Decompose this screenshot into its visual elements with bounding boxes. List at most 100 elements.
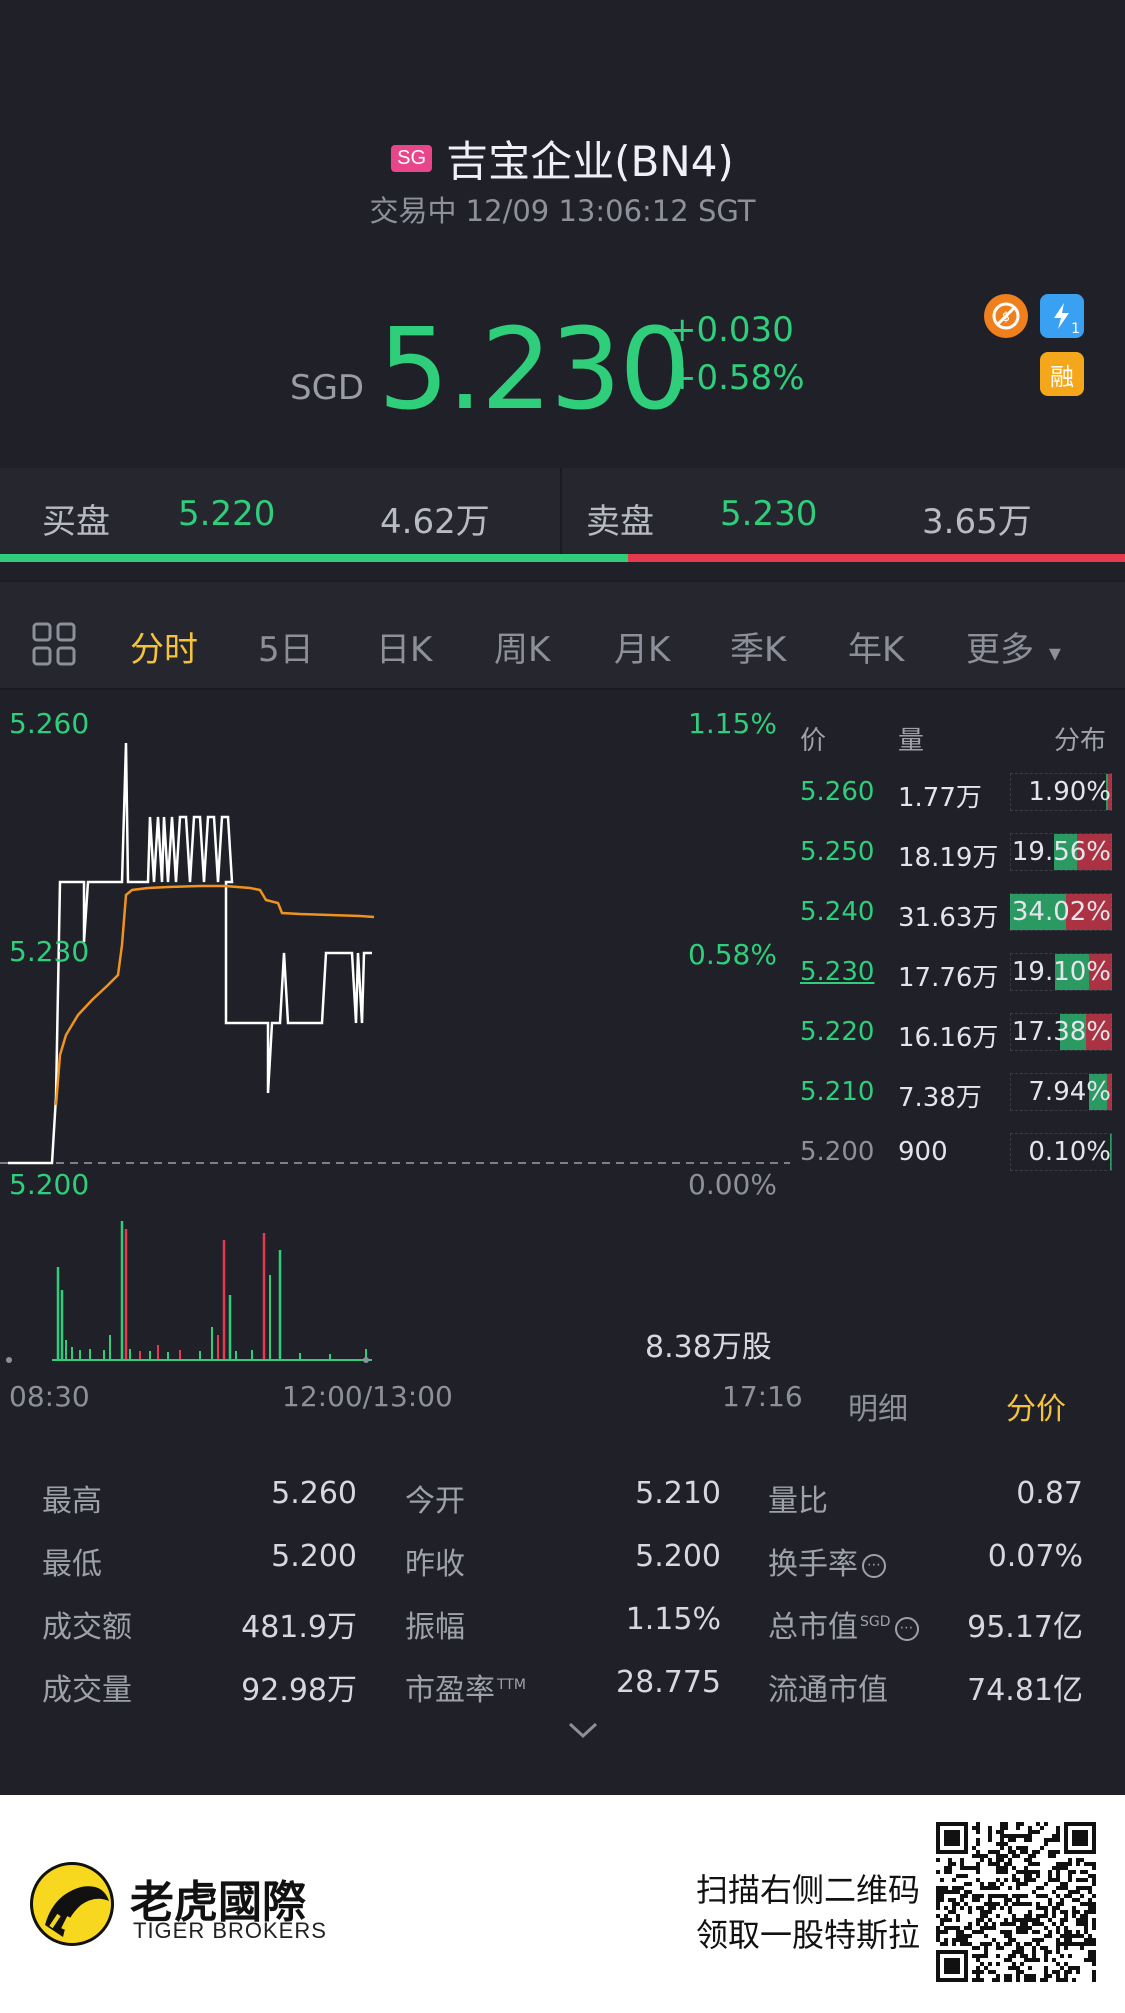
dist-percent: 0.10% bbox=[1028, 1137, 1111, 1167]
chevron-down-icon[interactable] bbox=[566, 1718, 600, 1746]
dist-volume: 17.76万 bbox=[898, 963, 999, 993]
dist-percent: 1.90% bbox=[1028, 777, 1111, 807]
chart-svg bbox=[0, 742, 790, 1363]
title-row: SG 吉宝企业(BN4) bbox=[0, 128, 1125, 189]
tab-more-label: 更多 bbox=[966, 630, 1034, 670]
stat-value: 5.260 bbox=[271, 1476, 357, 1511]
stat-label-text: 成交额 bbox=[42, 1610, 132, 1645]
tab-daily-k[interactable]: 日K bbox=[376, 622, 432, 671]
stat-value: 74.81亿 bbox=[967, 1673, 1083, 1708]
tab-intraday[interactable]: 分时 bbox=[130, 622, 198, 671]
stock-title: 吉宝企业(BN4) bbox=[446, 137, 734, 186]
chevron-down-icon: ▾ bbox=[1048, 639, 1061, 667]
dist-header-price: 价 bbox=[800, 726, 827, 756]
ask-label: 卖盘 bbox=[586, 502, 654, 542]
stat-value: 5.200 bbox=[271, 1539, 357, 1574]
stat-value: 5.200 bbox=[635, 1539, 721, 1574]
stat-label: 换手率 ⋯ bbox=[768, 1539, 886, 1583]
stat-label-text: 量比 bbox=[768, 1484, 828, 1519]
tab-more[interactable]: 更多 ▾ bbox=[966, 622, 1061, 671]
dist-volume: 7.38万 bbox=[898, 1083, 982, 1113]
tiger-logo-icon bbox=[30, 1862, 114, 1946]
stat-label-text: 今开 bbox=[405, 1484, 465, 1519]
dist-volume: 1.77万 bbox=[898, 783, 982, 813]
info-icon[interactable]: ⋯ bbox=[862, 1553, 886, 1578]
stat-value: 28.775 bbox=[616, 1665, 721, 1700]
y-axis-low: 5.200 bbox=[9, 1168, 90, 1201]
tab-yearly-k[interactable]: 年K bbox=[848, 622, 904, 671]
stat-label: 流通市值 bbox=[768, 1665, 888, 1709]
promo-line-2: 领取一股特斯拉 bbox=[695, 1916, 920, 1954]
quote-header: SG 吉宝企业(BN4) 交易中 12/09 13:06:12 SGT SGD … bbox=[0, 0, 1125, 465]
x-axis-start: 08:30 bbox=[9, 1380, 90, 1413]
stat-label: 振幅 bbox=[405, 1602, 465, 1646]
stat-value: 95.17亿 bbox=[967, 1610, 1083, 1645]
price-change-pct: +0.58% bbox=[668, 358, 805, 398]
stat-label: 最低 bbox=[42, 1539, 102, 1583]
stat-label-text: 最高 bbox=[42, 1484, 102, 1519]
stat-label-text: 换手率 bbox=[768, 1547, 858, 1582]
stat-label-text: 最低 bbox=[42, 1547, 102, 1582]
svg-text:$: $ bbox=[1002, 310, 1010, 325]
pct-axis-mid: 0.58% bbox=[688, 938, 777, 971]
ask-price: 5.230 bbox=[720, 494, 818, 534]
dist-price: 5.210 bbox=[800, 1077, 875, 1107]
stat-label: 最高 bbox=[42, 1476, 102, 1520]
bid-label: 买盘 bbox=[42, 502, 110, 542]
qr-code bbox=[936, 1822, 1096, 1982]
stat-label-text: 成交量 bbox=[42, 1673, 132, 1708]
last-price: 5.230 bbox=[378, 305, 691, 435]
stat-label: 成交量 bbox=[42, 1665, 132, 1709]
tab-weekly-k[interactable]: 周K bbox=[494, 622, 550, 671]
tab-5day[interactable]: 5日 bbox=[258, 622, 314, 671]
tab-monthly-k[interactable]: 月K bbox=[614, 622, 670, 671]
lightning-icon[interactable]: 1 bbox=[1040, 294, 1084, 338]
dist-price: 5.220 bbox=[800, 1017, 875, 1047]
tab-detail[interactable]: 明细 bbox=[848, 1384, 908, 1428]
no-shortsell-icon[interactable]: $ bbox=[984, 294, 1028, 338]
stat-label-text: 昨收 bbox=[405, 1547, 465, 1582]
bid-volume: 4.62万 bbox=[380, 502, 490, 542]
chart-tabs: 分时 5日 日K 周K 月K 季K 年K 更多 ▾ bbox=[0, 580, 1125, 690]
dist-price: 5.240 bbox=[800, 897, 875, 927]
trading-status: 交易中 12/09 13:06:12 SGT bbox=[369, 194, 756, 228]
price-change: +0.030 bbox=[668, 310, 794, 350]
stat-label: 总市值 SGD ⋯ bbox=[768, 1602, 919, 1646]
pct-axis-low: 0.00% bbox=[688, 1168, 777, 1201]
dist-header-distribution: 分布 bbox=[1054, 726, 1107, 756]
bid-strength-bar bbox=[0, 554, 628, 562]
stat-value: 0.07% bbox=[987, 1539, 1083, 1574]
stat-label: 市盈率 TTM bbox=[405, 1665, 526, 1709]
pct-axis-high: 1.15% bbox=[688, 707, 777, 740]
stat-value: 0.87 bbox=[1016, 1476, 1083, 1511]
dist-price: 5.200 bbox=[800, 1137, 875, 1167]
x-axis-end: 17:16 bbox=[722, 1380, 803, 1413]
stat-label-text: 总市值 bbox=[768, 1610, 858, 1645]
grid-menu-icon[interactable] bbox=[32, 622, 76, 670]
dist-header-volume: 量 bbox=[898, 726, 925, 756]
dist-volume: 900 bbox=[898, 1137, 948, 1167]
stat-value: 1.15% bbox=[625, 1602, 721, 1637]
y-axis-high: 5.260 bbox=[9, 707, 90, 740]
dist-volume: 18.19万 bbox=[898, 843, 999, 873]
margin-icon[interactable]: 融 bbox=[1040, 352, 1084, 396]
tab-price-distribution[interactable]: 分价 bbox=[1006, 1384, 1066, 1428]
market-badge: SG bbox=[391, 145, 433, 172]
average-price-line bbox=[54, 884, 375, 1106]
dist-percent: 19.56% bbox=[1011, 837, 1111, 867]
bid-price: 5.220 bbox=[178, 494, 276, 534]
dist-price: 5.230 bbox=[800, 957, 875, 987]
bid-ask-panel: 买盘 5.220 4.62万 卖盘 5.230 3.65万 bbox=[0, 468, 1125, 558]
x-axis-mid: 12:00/13:00 bbox=[282, 1380, 453, 1413]
intraday-chart[interactable]: 5.260 5.230 5.200 1.15% 0.58% 0.00% 8.38… bbox=[0, 695, 790, 1375]
dist-volume: 31.63万 bbox=[898, 903, 999, 933]
stat-label: 量比 bbox=[768, 1476, 828, 1520]
promo-line-1: 扫描右侧二维码 bbox=[695, 1871, 920, 1909]
margin-label: 融 bbox=[1050, 362, 1074, 391]
stat-label: 成交额 bbox=[42, 1602, 132, 1646]
tab-quarterly-k[interactable]: 季K bbox=[730, 622, 786, 671]
y-axis-mid: 5.230 bbox=[9, 935, 90, 968]
dist-volume: 16.16万 bbox=[898, 1023, 999, 1053]
info-icon[interactable]: ⋯ bbox=[894, 1616, 919, 1641]
ask-strength-bar bbox=[628, 554, 1125, 562]
